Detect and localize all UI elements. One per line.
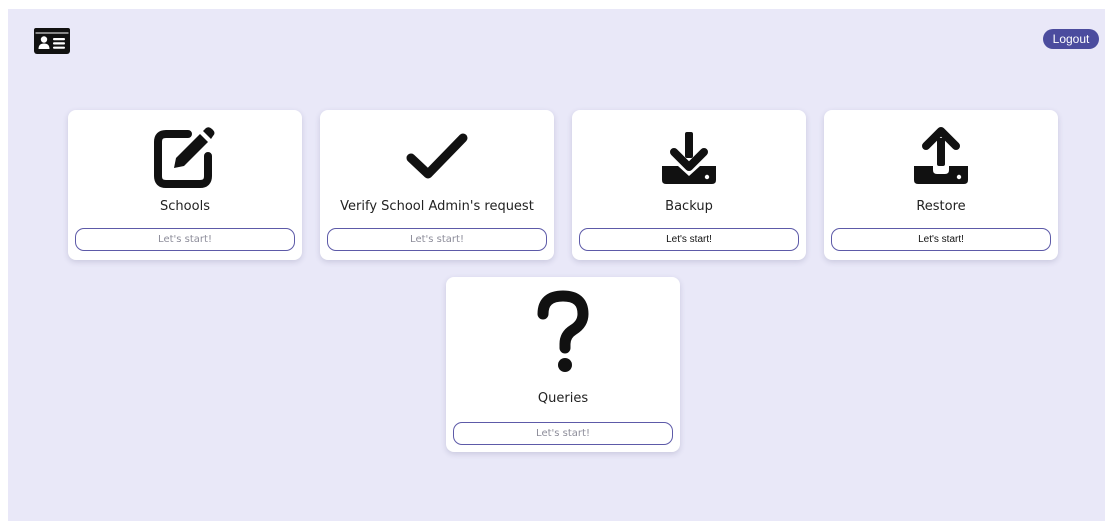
lets-start-button-queries[interactable]: Let's start! (453, 422, 673, 445)
card-restore: Restore Let's start! (824, 110, 1058, 260)
lets-start-button-verify[interactable]: Let's start! (327, 228, 547, 251)
download-icon (572, 120, 806, 194)
card-title: Queries (537, 391, 589, 406)
card-backup: Backup Let's start! (572, 110, 806, 260)
question-icon (446, 287, 680, 377)
id-card-icon (34, 28, 70, 54)
card-schools: Schools Let's start! (68, 110, 302, 260)
card-title: Backup (665, 199, 713, 214)
card-queries: Queries Let's start! (446, 277, 680, 452)
card-verify-requests: Verify School Admin's request Let's star… (320, 110, 554, 260)
check-icon (320, 120, 554, 194)
lets-start-button-backup[interactable]: Let's start! (579, 228, 799, 251)
lets-start-button-schools[interactable]: Let's start! (75, 228, 295, 251)
upload-icon (824, 120, 1058, 194)
card-title: Restore (916, 199, 966, 214)
lets-start-button-restore[interactable]: Let's start! (831, 228, 1051, 251)
app-background: Logout Schools Let's start! Verify Schoo… (8, 9, 1105, 521)
card-title: Schools (160, 199, 210, 214)
logout-button[interactable]: Logout (1043, 29, 1099, 49)
edit-icon (68, 120, 302, 194)
card-title: Verify School Admin's request (340, 199, 534, 214)
